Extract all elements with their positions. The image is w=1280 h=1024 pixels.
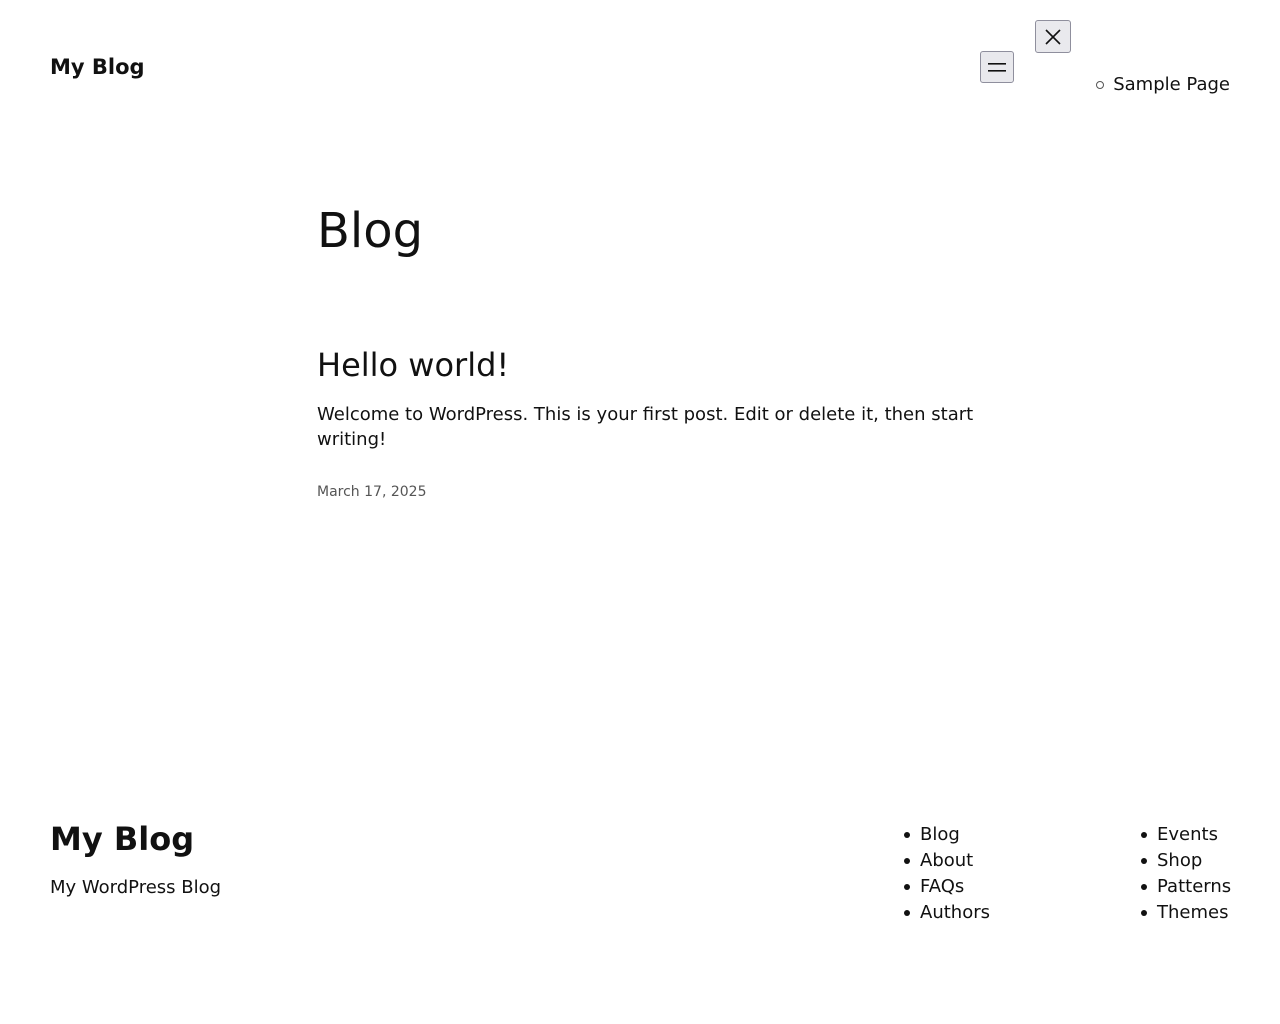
footer-link-patterns[interactable]: Patterns [1157,874,1231,900]
header-navigation: Sample Page [1096,72,1230,98]
footer-link-themes[interactable]: Themes [1157,900,1228,926]
footer-nav-column-1: Blog About FAQs Authors [904,822,990,926]
footer-nav-item: Events [1141,822,1231,848]
bullet-icon [904,832,910,838]
nav-item: Sample Page [1096,72,1230,98]
bullet-icon [1141,858,1147,864]
footer-link-blog[interactable]: Blog [920,822,960,848]
post-date[interactable]: March 17, 2025 [317,482,426,502]
bullet-icon [1141,910,1147,916]
bullet-icon [904,910,910,916]
close-icon [1045,28,1061,45]
footer-link-about[interactable]: About [920,848,973,874]
footer-link-authors[interactable]: Authors [920,900,990,926]
footer-link-shop[interactable]: Shop [1157,848,1202,874]
hamburger-icon [988,63,1006,72]
bullet-icon [1141,832,1147,838]
circle-bullet-icon [1096,81,1105,89]
open-menu-button[interactable] [980,51,1014,83]
bullet-icon [1141,884,1147,890]
page: My Blog Sample Page Blog Hello world! We… [0,0,1280,1024]
footer-link-faqs[interactable]: FAQs [920,874,964,900]
bullet-icon [904,858,910,864]
footer-nav-item: Patterns [1141,874,1231,900]
footer-nav-item: Blog [904,822,990,848]
footer-nav-item: Authors [904,900,990,926]
footer-link-events[interactable]: Events [1157,822,1218,848]
footer-nav-item: Shop [1141,848,1231,874]
footer-tagline: My WordPress Blog [50,877,222,898]
post-title-link[interactable]: Hello world! [317,346,509,384]
footer-nav-item: About [904,848,990,874]
footer-nav-item: Themes [1141,900,1231,926]
footer-site-title-link[interactable]: My Blog [50,818,194,860]
post-title: Hello world! [317,344,509,386]
close-menu-button[interactable] [1035,20,1071,53]
bullet-icon [904,884,910,890]
nav-link-sample-page[interactable]: Sample Page [1113,72,1230,98]
page-title: Blog [317,203,424,259]
footer-nav-item: FAQs [904,874,990,900]
footer-nav-column-2: Events Shop Patterns Themes [1141,822,1231,926]
site-title-link[interactable]: My Blog [50,54,145,80]
post-excerpt: Welcome to WordPress. This is your first… [317,404,974,450]
